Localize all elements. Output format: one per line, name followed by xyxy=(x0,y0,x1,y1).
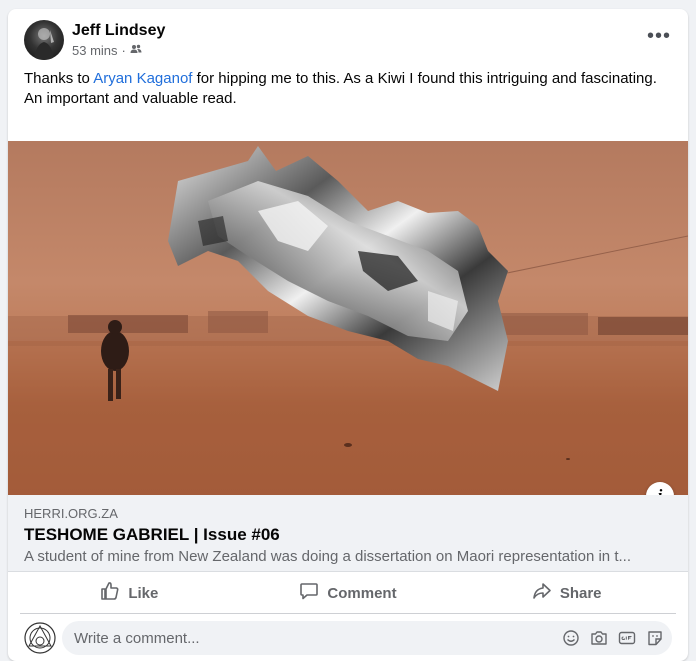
like-label: Like xyxy=(128,584,159,602)
author-name[interactable]: Jeff Lindsey xyxy=(72,22,165,40)
post-text-line2: An important and valuable read. xyxy=(24,90,237,107)
comment-label: Comment xyxy=(327,584,397,602)
comment-button[interactable]: Comment xyxy=(239,573,458,613)
comment-bubble-icon xyxy=(299,581,319,605)
mention-link[interactable]: Aryan Kaganof xyxy=(93,70,192,87)
post-header: Jeff Lindsey 53 mins · ••• xyxy=(8,9,688,69)
link-description: A student of mine from New Zealand was d… xyxy=(24,548,631,565)
more-options-icon[interactable]: ••• xyxy=(644,25,674,53)
thumbs-up-icon xyxy=(100,581,120,605)
gif-icon[interactable] xyxy=(618,628,636,648)
link-preview-image[interactable] xyxy=(8,141,688,495)
comment-input[interactable]: Write a comment... xyxy=(62,621,672,655)
link-domain: HERRI.ORG.ZA xyxy=(24,506,118,521)
camera-icon[interactable] xyxy=(590,628,608,648)
post-time[interactable]: 53 mins xyxy=(72,43,118,58)
post-text: Thanks to Aryan Kaganof for hipping me t… xyxy=(24,69,664,109)
share-label: Share xyxy=(559,584,602,602)
share-arrow-icon xyxy=(532,581,552,605)
friends-icon xyxy=(130,43,142,58)
meta-separator: · xyxy=(121,43,126,58)
like-button[interactable]: Like xyxy=(20,573,239,613)
share-button[interactable]: Share xyxy=(457,573,676,613)
link-title[interactable]: TESHOME GABRIEL | Issue #06 xyxy=(24,525,280,545)
post-meta: 53 mins · xyxy=(72,43,142,58)
sticker-icon[interactable] xyxy=(646,628,664,648)
author-avatar[interactable] xyxy=(24,20,64,60)
emoji-icon[interactable] xyxy=(562,628,580,648)
post-text-after: for hipping me to this. As a Kiwi I foun… xyxy=(192,70,657,87)
comment-tools xyxy=(562,628,664,648)
comment-row: Write a comment... xyxy=(8,615,688,661)
link-preview[interactable]: HERRI.ORG.ZA TESHOME GABRIEL | Issue #06… xyxy=(8,495,688,572)
user-avatar[interactable] xyxy=(24,622,56,654)
action-bar: Like Comment Share xyxy=(20,573,676,614)
post-card: Jeff Lindsey 53 mins · ••• Thanks to Ary… xyxy=(8,9,688,661)
comment-placeholder: Write a comment... xyxy=(74,630,200,647)
post-text-before: Thanks to xyxy=(24,70,94,87)
